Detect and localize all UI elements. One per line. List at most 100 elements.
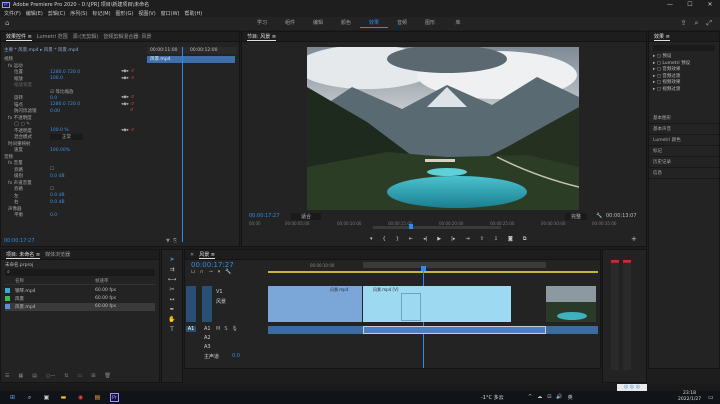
mute-icon[interactable]: M xyxy=(216,326,220,332)
notification-icon[interactable]: ▭ xyxy=(708,394,714,401)
rect-mask-icon[interactable]: ▢ xyxy=(20,122,24,127)
ripple-edit-icon[interactable]: ⟷ xyxy=(168,276,177,283)
menu-help[interactable]: 帮助(H) xyxy=(185,10,203,17)
audio-clip-a1[interactable] xyxy=(268,326,598,334)
workspace-tab-assembly[interactable]: 组件 xyxy=(276,20,304,28)
maximize-button[interactable]: ☐ xyxy=(680,0,700,9)
clip-v1-b[interactable]: 风景.mp4 [V] xyxy=(363,286,511,322)
tab-effect-controls[interactable]: 效果控件 ≡ xyxy=(6,33,32,41)
workspace-tab-libraries[interactable]: 库 xyxy=(444,20,472,28)
target-v1[interactable] xyxy=(202,286,212,322)
task-view-icon[interactable]: ▣ xyxy=(42,393,51,402)
program-monitor-title[interactable]: 节目: 风景 ≡ xyxy=(247,33,277,41)
project-item[interactable]: 风景 60.00 fps xyxy=(5,295,155,303)
workspace-tab-learn[interactable]: 学习 xyxy=(248,20,276,28)
panel-markers[interactable]: 标记 xyxy=(649,146,719,157)
file-explorer-icon[interactable]: ▬ xyxy=(59,393,68,402)
effects-folder[interactable]: ▸ ▢ 视频过渡 xyxy=(653,87,719,94)
panel-lumetri-color[interactable]: Lumetri 颜色 xyxy=(649,135,719,146)
go-to-out-icon[interactable]: ⇥ xyxy=(465,236,469,242)
step-back-icon[interactable]: ◂| xyxy=(423,236,427,242)
menu-file[interactable]: 文件(F) xyxy=(4,10,21,17)
sequence-tab[interactable]: 风景 ≡ xyxy=(199,251,215,259)
mark-out-icon[interactable]: } xyxy=(396,236,399,242)
ellipse-mask-icon[interactable]: ◯ xyxy=(14,122,19,127)
zoom-slider-icon[interactable]: ○— xyxy=(46,373,55,379)
fit-dropdown[interactable]: 适合 xyxy=(291,213,322,220)
workspace-tab-color[interactable]: 颜色 xyxy=(332,20,360,28)
wrench-icon[interactable]: 🔧 xyxy=(225,269,231,275)
project-search-input[interactable]: ⌕ xyxy=(5,269,155,276)
settings-icon[interactable]: 🔧 xyxy=(596,213,602,219)
mic-icon[interactable]: 🎙 xyxy=(232,326,238,332)
project-item[interactable]: 钢琴.mp4 60.00 fps xyxy=(5,287,155,295)
compare-icon[interactable]: ⧉ xyxy=(523,236,527,242)
column-frame-rate[interactable]: 帧速率 xyxy=(95,278,109,284)
work-area-bar[interactable] xyxy=(363,262,546,268)
timeline-ruler[interactable]: 00:00:10:00 00:00:15:00 00:00:20:00 00:0… xyxy=(268,262,598,274)
slip-tool-icon[interactable]: ↔ xyxy=(169,296,174,303)
audio-clip-selected[interactable] xyxy=(363,326,546,334)
chrome-icon[interactable]: ◉ xyxy=(76,393,85,402)
effects-search-input[interactable] xyxy=(653,45,715,51)
minimize-button[interactable]: — xyxy=(660,0,680,9)
onedrive-icon[interactable]: ☁ xyxy=(537,394,542,401)
mini-clip-bar[interactable]: 风景.mp4 xyxy=(147,56,235,63)
quick-export-icon[interactable]: ⇪ xyxy=(681,19,687,28)
razor-tool-icon[interactable]: ✂ xyxy=(169,286,174,293)
hand-tool-icon[interactable]: ✋ xyxy=(168,316,175,323)
network-icon[interactable]: ⊡ xyxy=(547,394,551,401)
mini-timeline-ruler[interactable]: 00:00:11:00 00:00:12:00 xyxy=(147,47,237,54)
folder-icon[interactable]: ▤ xyxy=(93,393,102,402)
menu-graphics[interactable]: 图形(G) xyxy=(116,10,134,17)
program-video-frame[interactable] xyxy=(307,47,579,210)
home-icon[interactable]: ⌂ xyxy=(5,20,12,27)
linked-select-icon[interactable]: ⊸ xyxy=(209,269,213,275)
panel-history[interactable]: 历史记录 xyxy=(649,157,719,168)
selection-tool-icon[interactable]: ➤ xyxy=(169,256,174,263)
show-hidden-icon[interactable]: ^ xyxy=(528,394,532,401)
menu-view[interactable]: 视图(V) xyxy=(138,10,155,17)
type-tool-icon[interactable]: T xyxy=(170,326,174,333)
workspace-tab-audio[interactable]: 音频 xyxy=(388,20,416,28)
solo-icon[interactable]: S xyxy=(224,326,227,332)
lift-icon[interactable]: ⇧ xyxy=(480,236,484,242)
menu-sequence[interactable]: 序列(S) xyxy=(70,10,87,17)
clock[interactable]: 23:18 2022/1/27 xyxy=(678,391,701,403)
sort-icon[interactable]: ⇅ xyxy=(64,373,68,379)
marker-icon[interactable]: ▾ xyxy=(218,269,221,275)
new-item-icon[interactable]: ⊞ xyxy=(91,373,95,379)
timeline-close-icon[interactable]: ✕ xyxy=(190,252,194,258)
icon-view-icon[interactable]: ▦ xyxy=(18,373,23,379)
source-patch-a1[interactable]: A1 xyxy=(186,326,196,332)
timeline-timecode[interactable]: 00:00:17:27 xyxy=(191,261,234,269)
extract-icon[interactable]: ⇩ xyxy=(494,236,498,242)
workspace-tab-editing[interactable]: 编辑 xyxy=(304,20,332,28)
menu-window[interactable]: 窗口(W) xyxy=(161,10,180,17)
panel-essential-graphics[interactable]: 基本图形 xyxy=(649,113,719,124)
clip-v1-c[interactable] xyxy=(546,286,596,322)
export-frame-icon[interactable]: ◙ xyxy=(508,236,513,242)
mini-playhead[interactable] xyxy=(182,47,183,242)
weather-widget[interactable]: -1°C 多云 xyxy=(481,394,504,401)
nest-icon[interactable]: ⊔ xyxy=(191,269,195,275)
expand-icon[interactable]: ⤢ xyxy=(706,19,712,28)
pen-mask-icon[interactable]: ✎ xyxy=(26,122,30,127)
tab-media-browser[interactable]: 媒体浏览器 xyxy=(45,251,70,258)
mark-in-icon[interactable]: { xyxy=(383,236,386,242)
track-select-icon[interactable]: ⇉ xyxy=(169,266,174,273)
search-icon[interactable]: ⌕ xyxy=(694,19,698,28)
windows-start-icon[interactable]: ⊞ xyxy=(8,393,17,402)
menu-edit[interactable]: 编辑(E) xyxy=(26,10,43,17)
workspace-tab-graphics[interactable]: 图形 xyxy=(416,20,444,28)
filter-icon[interactable]: ▼ xyxy=(166,238,170,244)
transition-marker[interactable] xyxy=(401,293,421,321)
tab-lumetri-scopes[interactable]: Lumetri 范围 xyxy=(37,33,68,40)
status-notification[interactable]: ◎ ◎ ◎ xyxy=(617,384,647,391)
add-marker-icon[interactable]: ▾ xyxy=(370,236,373,242)
tab-source[interactable]: 源:(无剪辑) xyxy=(73,33,99,40)
close-button[interactable]: ✕ xyxy=(700,0,720,9)
program-ruler[interactable]: 00:00 00:00:05:00 00:00:10:00 00:00:15:0… xyxy=(249,220,639,229)
clip-v1-a[interactable]: 风景.mp4 xyxy=(268,286,362,322)
in-out-range[interactable] xyxy=(373,226,501,229)
